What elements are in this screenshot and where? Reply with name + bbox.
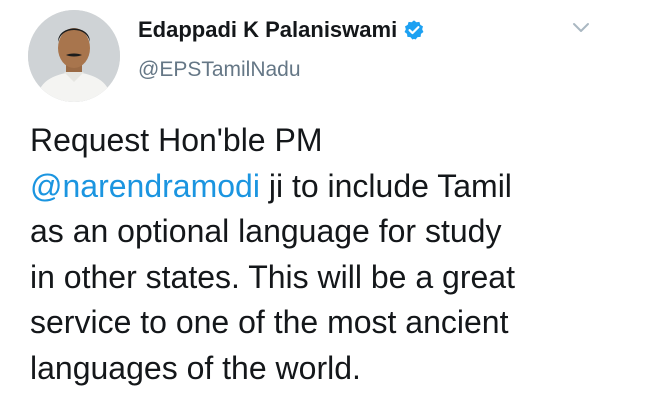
tweet-card: Edappadi K Palaniswami @EPSTamilNadu Req… xyxy=(0,0,646,400)
avatar[interactable] xyxy=(28,10,120,102)
author-name-row: Edappadi K Palaniswami xyxy=(138,16,425,44)
tweet-line-5: service to one of the most ancient xyxy=(30,304,509,340)
tweet-line-2-rest: ji to include Tamil xyxy=(259,167,512,204)
tweet-line-3: as an optional language for study xyxy=(30,213,502,249)
author-display-name[interactable]: Edappadi K Palaniswami xyxy=(138,17,397,43)
chevron-down-icon[interactable] xyxy=(568,14,594,40)
verified-badge-icon xyxy=(403,19,425,41)
tweet-text: Request Hon'ble PM @narendramodi ji to i… xyxy=(30,118,620,391)
tweet-line-4: in other states. This will be a great xyxy=(30,258,515,295)
tweet-line-1: Request Hon'ble PM xyxy=(30,122,323,158)
tweet-line-6: languages of the world. xyxy=(30,349,361,386)
profile-photo-icon xyxy=(28,10,120,102)
mention-link[interactable]: @narendramodi xyxy=(30,168,260,204)
author-handle[interactable]: @EPSTamilNadu xyxy=(138,58,301,82)
